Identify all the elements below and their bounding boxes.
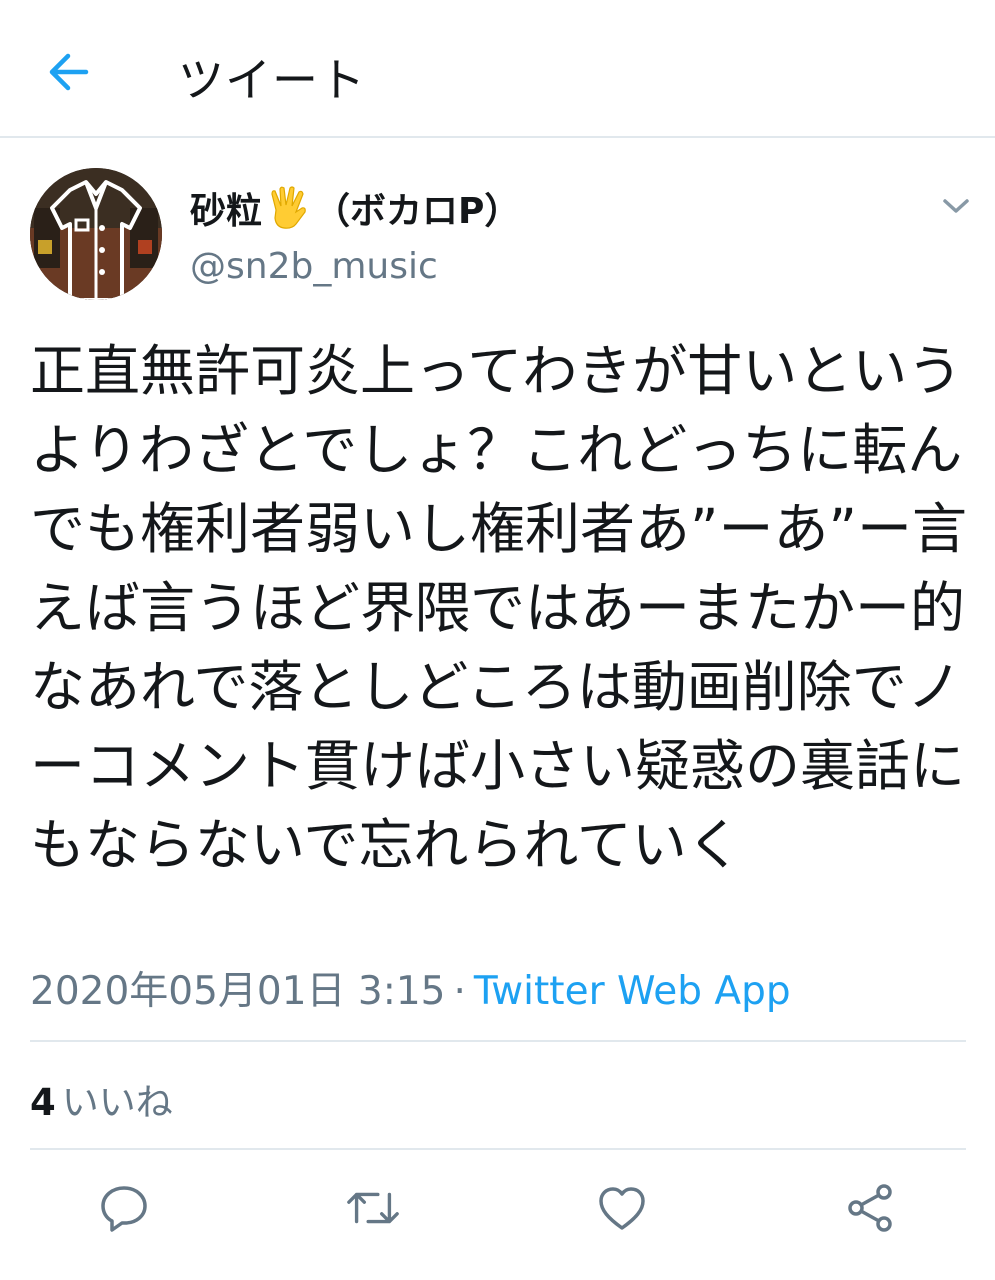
tweet-meta: 2020年05月01日 3:15 · Twitter Web App [30, 960, 791, 1016]
meta-separator: · [453, 969, 466, 1014]
tweet-source-link[interactable]: Twitter Web App [474, 969, 791, 1014]
retweet-icon [347, 1192, 399, 1224]
vulcan-salute-emoji [271, 186, 306, 229]
likes-stat[interactable]: 4 いいね [30, 1072, 173, 1126]
likes-label: いいね [61, 1081, 173, 1124]
divider [30, 1148, 966, 1150]
top-bar: ツイート [0, 0, 995, 138]
like-button[interactable] [594, 1180, 650, 1236]
display-name-text: 砂粒 [190, 191, 263, 232]
display-name[interactable]: 砂粒 （ボカロP） [190, 182, 520, 234]
chevron-down-icon [943, 199, 969, 213]
display-name-suffix: （ボカロP） [314, 191, 521, 232]
retweet-button[interactable] [345, 1180, 401, 1236]
back-button[interactable] [38, 42, 98, 102]
share-icon [848, 1184, 892, 1232]
avatar-shirt-image [30, 168, 162, 300]
page-title: ツイート [178, 53, 366, 107]
like-icon [599, 1187, 645, 1230]
share-button[interactable] [843, 1180, 899, 1236]
divider [30, 1040, 966, 1042]
tweet-detail-screen: ツイート 砂粒 （ボカロP） @sn2b_music 正直無許可炎上ってわきが甘… [0, 0, 995, 1280]
reply-button[interactable] [96, 1180, 152, 1236]
likes-count: 4 [30, 1081, 56, 1124]
avatar[interactable] [30, 168, 162, 300]
arrow-left-icon [49, 53, 89, 91]
tweet-timestamp[interactable]: 2020年05月01日 3:15 [30, 969, 445, 1014]
reply-icon [101, 1186, 147, 1232]
tweet-text: 正直無許可炎上ってわきが甘いというよりわざとでしょ？これどっちに転んでも権利者弱… [30, 339, 967, 877]
more-options-button[interactable] [936, 186, 976, 226]
user-handle[interactable]: @sn2b_music [190, 246, 438, 287]
